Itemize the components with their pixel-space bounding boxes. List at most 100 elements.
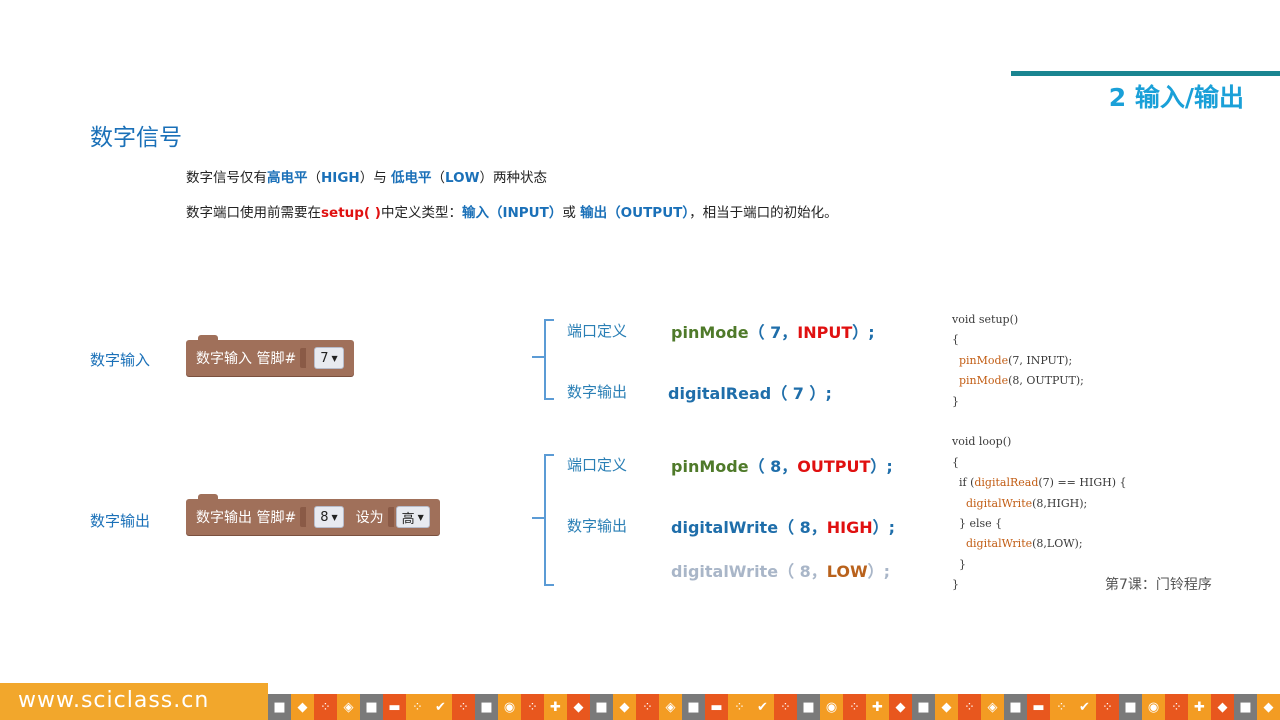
code-args: (8,LOW); <box>1032 537 1083 551</box>
pattern-tile-icon: ◉ <box>820 694 843 720</box>
pattern-tile-icon: ⁘ <box>406 694 429 720</box>
digital-output-label: 数字输出 <box>90 512 151 530</box>
pattern-tile-icon: ⁘ <box>774 694 797 720</box>
pattern-tile-icon: ◈ <box>337 694 360 720</box>
pattern-tile-icon: ✔ <box>751 694 774 720</box>
block-notch <box>198 494 218 502</box>
text: 数字端口使用前需要在 <box>186 205 321 221</box>
code-args: （ 7 ）; <box>771 384 832 403</box>
pin-value: 7 <box>320 350 329 366</box>
code-fn: pinMode <box>959 374 1009 388</box>
brace-input <box>544 319 554 400</box>
value-text: 高 <box>401 511 415 527</box>
pattern-tile-icon: ◉ <box>1142 694 1165 720</box>
pinmode-input-code: pinMode（ 7，INPUT）; <box>671 319 875 343</box>
text: ）两种状态 <box>479 170 548 186</box>
code-line: void setup() <box>952 313 1019 326</box>
block-text: 数字输入 管脚# <box>196 351 297 367</box>
code-args: (8, OUTPUT); <box>1008 374 1084 388</box>
pattern-tile-icon: ✚ <box>544 694 567 720</box>
text: （ <box>431 170 446 186</box>
brace-output-tip <box>532 517 544 519</box>
code-arg: OUTPUT <box>797 457 871 476</box>
pin-dropdown[interactable]: 7 ▼ <box>314 347 344 369</box>
brace-output <box>544 454 554 586</box>
high-term: HIGH <box>321 170 360 186</box>
digital-output-block[interactable]: 数字输出 管脚# 8 ▼ 设为 高 ▼ <box>186 494 440 535</box>
pattern-tile-icon: ▬ <box>1027 694 1050 720</box>
pattern-tile-icon: ◈ <box>981 694 1004 720</box>
pattern-tile-icon: ⁘ <box>1096 694 1119 720</box>
pinmode-output-code: pinMode（ 8，OUTPUT）; <box>671 453 893 477</box>
text: 中定义类型： <box>380 205 462 221</box>
decorative-pattern-strip: ■ ◆ ⁘ ◈ ■ ▬ ⁘ ✔ ⁘ ■ ◉ ⁘ ✚ ◆ ■ ◆ ⁘ ◈ ■ ▬ ⁘ ✔ ⁘ ■ ◉ ⁘ ✚ ◆ ■ ◆ ⁘ ◈ ■ ▬ ⁘ ✔ ⁘ ■ ◉ ⁘… <box>268 694 1280 720</box>
block-plug <box>300 348 307 368</box>
pattern-tile-icon: ■ <box>360 694 383 720</box>
block-plug <box>387 507 394 527</box>
section-title: 2 输入/输出 <box>1108 83 1244 112</box>
paragraph-1: 数字信号仅有高电平（HIGH）与 低电平（LOW）两种状态 <box>186 166 547 186</box>
pin-dropdown[interactable]: 8 ▼ <box>314 506 344 528</box>
pattern-tile-icon: ■ <box>912 694 935 720</box>
pattern-tile-icon: ■ <box>682 694 705 720</box>
digitalwrite-low-code: digitalWrite（ 8，LOW）; <box>671 558 890 582</box>
pattern-tile-icon: ⁘ <box>314 694 337 720</box>
text: 或 <box>562 205 581 221</box>
block-text: 数字输出 管脚# <box>196 510 297 526</box>
site-url[interactable]: www.sciclass.cn <box>18 688 209 713</box>
io-label: 数字输出 <box>567 383 628 401</box>
pattern-tile-icon: ■ <box>590 694 613 720</box>
code-fn: pinMode <box>671 323 749 342</box>
code-args: （ 7， <box>748 323 798 342</box>
pattern-tile-icon: ⁘ <box>636 694 659 720</box>
pattern-tile-icon: ■ <box>475 694 498 720</box>
text: ，相当于端口的初始化。 <box>689 205 838 221</box>
io-label: 数字输出 <box>567 517 628 535</box>
paragraph-2: 数字端口使用前需要在setup( )中定义类型：输入（INPUT）或 输出（OU… <box>186 201 838 221</box>
brace-input-tip <box>532 356 544 358</box>
code-line: } else { <box>952 517 1003 531</box>
pattern-tile-icon: ⁘ <box>1165 694 1188 720</box>
code-line: } <box>952 394 959 408</box>
pattern-tile-icon: ◆ <box>613 694 636 720</box>
low-level-term: 低电平 <box>391 170 432 186</box>
pattern-tile-icon: ■ <box>1234 694 1257 720</box>
code-args: (7, INPUT); <box>1008 353 1073 367</box>
pattern-tile-icon: ⁘ <box>1050 694 1073 720</box>
code-args: (7) == HIGH) { <box>1038 476 1127 490</box>
input-term: 输入（INPUT） <box>461 205 563 221</box>
pattern-tile-icon: ▬ <box>383 694 406 720</box>
pattern-tile-icon: ■ <box>797 694 820 720</box>
value-dropdown[interactable]: 高 ▼ <box>395 506 430 528</box>
block-notch <box>198 335 218 343</box>
output-term: 输出（OUTPUT） <box>580 205 690 221</box>
chevron-down-icon: ▼ <box>417 512 424 522</box>
high-level-term: 高电平 <box>267 170 308 186</box>
text: （ <box>307 170 322 186</box>
digital-input-label: 数字输入 <box>90 351 151 369</box>
code-line: { <box>952 455 959 469</box>
slide-title: 数字信号 <box>90 125 182 151</box>
pin-value: 8 <box>320 509 329 525</box>
code-fn: digitalWrite <box>671 562 779 581</box>
pattern-tile-icon: ✔ <box>1073 694 1096 720</box>
code-panel: void setup() { pinMode(7, INPUT); pinMod… <box>952 310 1127 596</box>
pattern-tile-icon: ◆ <box>935 694 958 720</box>
code-arg: HIGH <box>826 518 873 537</box>
digitalwrite-high-code: digitalWrite（ 8，HIGH）; <box>671 514 895 538</box>
digital-input-block[interactable]: 数字输入 管脚# 7 ▼ <box>186 335 354 376</box>
code-arg: LOW <box>826 562 868 581</box>
pattern-tile-icon: ◈ <box>659 694 682 720</box>
code-fn: digitalWrite <box>966 537 1033 551</box>
code-line: { <box>952 333 959 347</box>
pattern-tile-icon: ⁘ <box>452 694 475 720</box>
pattern-tile-icon: ◆ <box>567 694 590 720</box>
pattern-tile-icon: ⁘ <box>958 694 981 720</box>
pattern-tile-icon: ◆ <box>889 694 912 720</box>
pattern-tile-icon: ■ <box>268 694 291 720</box>
lesson-label: 第7课：门铃程序 <box>1105 577 1212 593</box>
